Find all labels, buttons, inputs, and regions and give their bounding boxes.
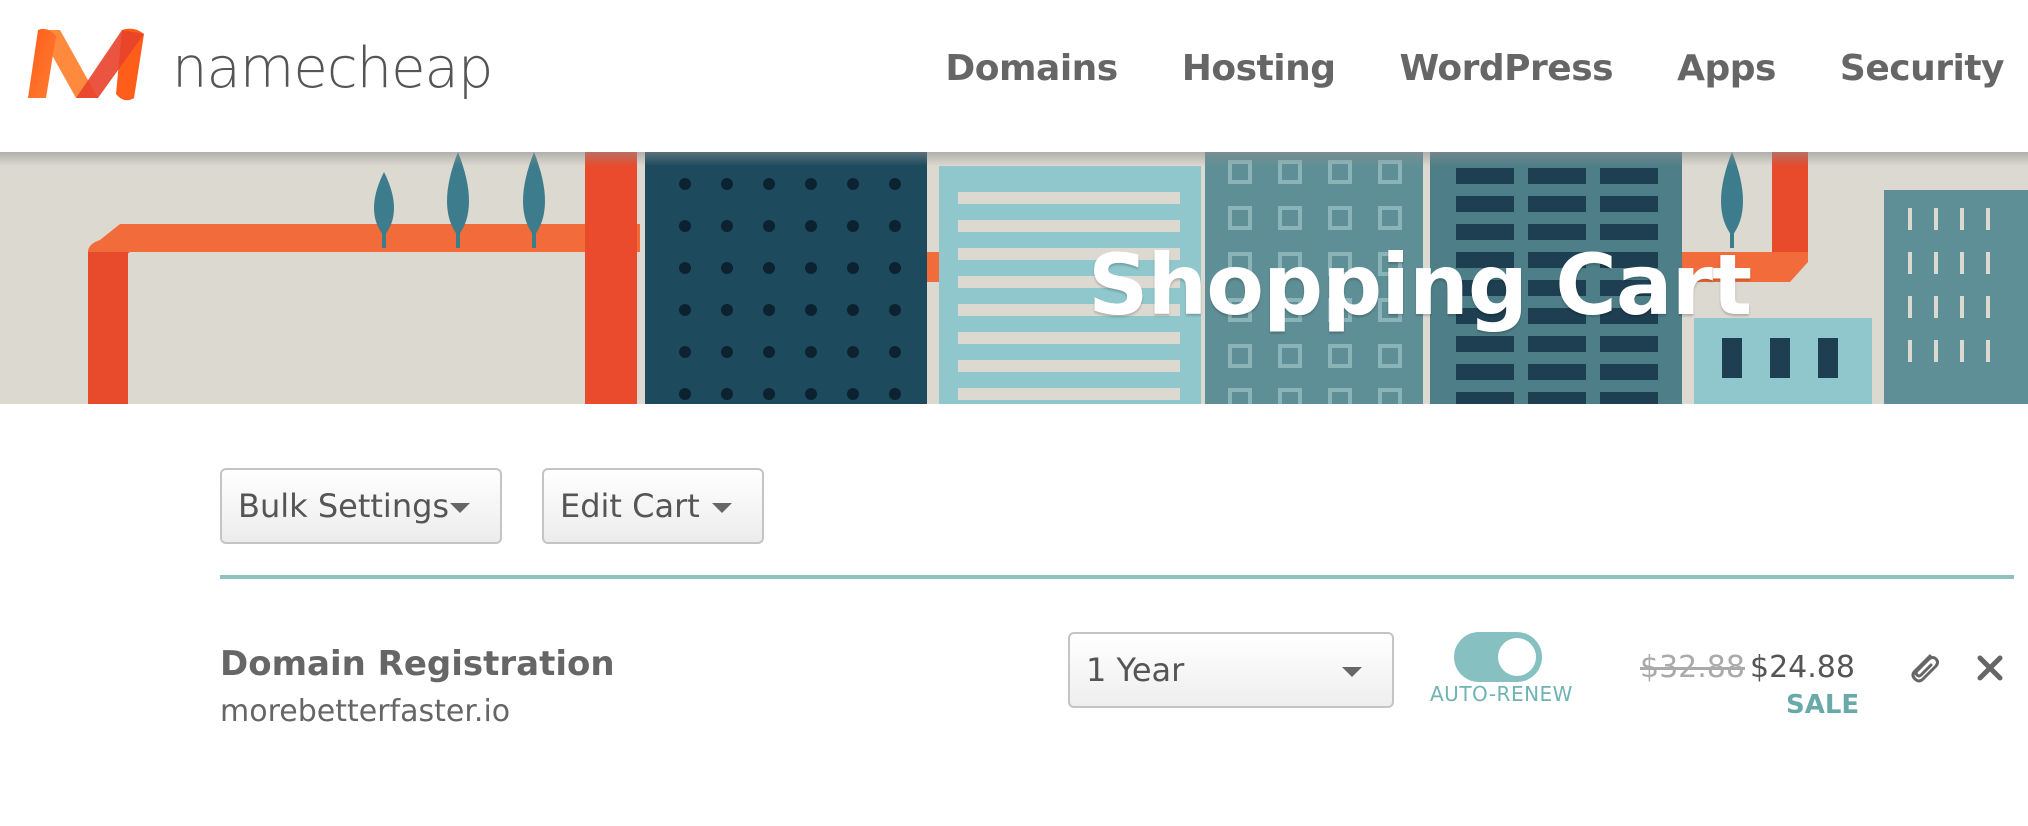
term-value: 1 Year: [1086, 651, 1185, 689]
edit-cart-button[interactable]: Edit Cart: [542, 468, 764, 544]
nav-wordpress[interactable]: WordPress: [1399, 48, 1613, 89]
page-title: Shopping Cart: [1088, 236, 1752, 334]
site-header: namecheap Domains Hosting WordPress Apps…: [0, 0, 2028, 152]
paperclip-icon[interactable]: [1904, 648, 1944, 688]
item-domain: morebetterfaster.io: [220, 694, 511, 729]
nav-domains[interactable]: Domains: [945, 48, 1118, 89]
original-price: $32.88: [1640, 650, 1745, 685]
nav-hosting[interactable]: Hosting: [1182, 48, 1336, 89]
toggle-knob: [1498, 638, 1536, 676]
sale-badge: SALE: [1786, 690, 1860, 720]
chevron-down-icon: [450, 503, 470, 513]
namecheap-logo[interactable]: [24, 26, 154, 102]
close-icon[interactable]: [1970, 648, 2010, 688]
auto-renew-toggle[interactable]: [1454, 632, 1542, 682]
auto-renew-label: AUTO-RENEW: [1430, 682, 1573, 706]
brand-name[interactable]: namecheap: [172, 36, 493, 101]
bulk-settings-button[interactable]: Bulk Settings: [220, 468, 502, 544]
section-divider: [220, 575, 2014, 579]
bulk-settings-label: Bulk Settings: [238, 487, 450, 525]
page-banner: Shopping Cart: [0, 152, 2028, 404]
edit-cart-label: Edit Cart: [560, 487, 700, 525]
nav-security[interactable]: Security: [1840, 48, 2005, 89]
item-type: Domain Registration: [220, 644, 615, 684]
sale-price: $24.88: [1750, 650, 1855, 685]
chevron-down-icon: [712, 503, 732, 513]
nav-apps[interactable]: Apps: [1677, 48, 1776, 89]
chevron-down-icon: [1342, 667, 1362, 677]
main-nav: Domains Hosting WordPress Apps Security: [945, 48, 2004, 89]
term-select[interactable]: 1 Year: [1068, 632, 1394, 708]
